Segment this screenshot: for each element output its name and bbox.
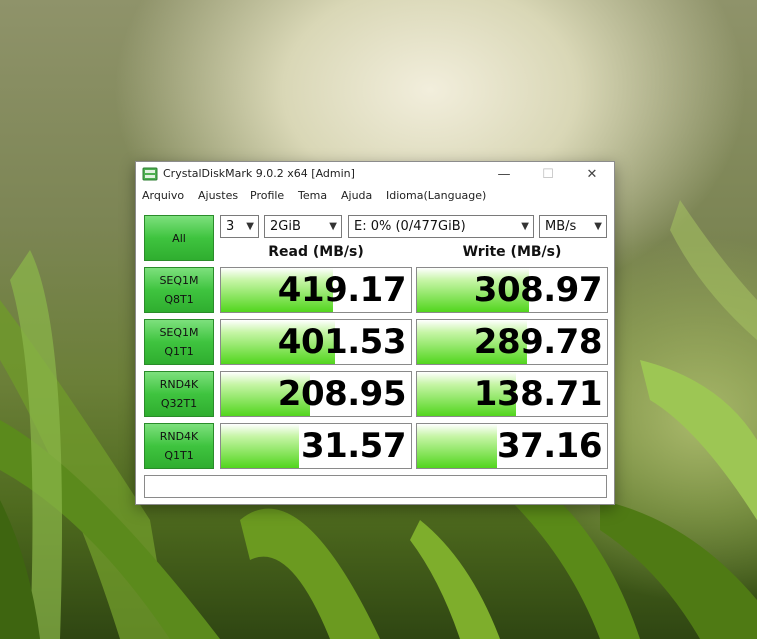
test-label-line1: RND4K xyxy=(159,430,199,443)
drive-select[interactable]: E: 0% (0/477GiB) ▼ xyxy=(348,215,534,238)
crystaldiskmark-window: CrystalDiskMark 9.0.2 x64 [Admin] — ☐ ✕ … xyxy=(135,161,615,505)
test-size-value: 2GiB xyxy=(270,219,301,234)
unit-value: MB/s xyxy=(545,219,577,234)
read-result: 31.57 xyxy=(220,423,412,469)
write-result: 289.78 xyxy=(416,319,608,365)
test-label-line1: SEQ1M xyxy=(159,326,199,339)
close-icon: ✕ xyxy=(586,166,598,182)
menu-arquivo[interactable]: Arquivo xyxy=(142,189,184,202)
test-count-value: 3 xyxy=(226,219,235,234)
test-label-line2: Q8T1 xyxy=(164,293,194,306)
write-result: 138.71 xyxy=(416,371,608,417)
menu-profile[interactable]: Profile xyxy=(250,189,284,202)
test-button-rnd4k-q1t1[interactable]: RND4K Q1T1 xyxy=(144,423,214,469)
test-button-seq1m-q1t1[interactable]: SEQ1M Q1T1 xyxy=(144,319,214,365)
chevron-down-icon: ▼ xyxy=(521,221,529,232)
unit-select[interactable]: MB/s ▼ xyxy=(539,215,607,238)
read-result: 401.53 xyxy=(220,319,412,365)
minimize-button[interactable]: — xyxy=(482,162,526,186)
write-result: 37.16 xyxy=(416,423,608,469)
test-label-line2: Q32T1 xyxy=(160,397,198,410)
menu-ajuda[interactable]: Ajuda xyxy=(341,189,372,202)
write-result: 308.97 xyxy=(416,267,608,313)
test-label-line2: Q1T1 xyxy=(164,345,194,358)
chevron-down-icon: ▼ xyxy=(594,221,602,232)
write-value: 289.78 xyxy=(473,322,603,362)
chevron-down-icon: ▼ xyxy=(329,221,337,232)
menu-bar: Arquivo Ajustes Profile Tema Ajuda Idiom… xyxy=(136,186,614,206)
read-value: 31.57 xyxy=(300,426,407,466)
test-size-select[interactable]: 2GiB ▼ xyxy=(264,215,342,238)
read-result: 208.95 xyxy=(220,371,412,417)
menu-tema[interactable]: Tema xyxy=(298,189,327,202)
read-result: 419.17 xyxy=(220,267,412,313)
read-header: Read (MB/s) xyxy=(268,244,364,260)
test-label-line1: SEQ1M xyxy=(159,274,199,287)
all-button[interactable]: All xyxy=(144,215,214,261)
read-bar xyxy=(221,424,299,468)
drive-value: E: 0% (0/477GiB) xyxy=(354,219,466,234)
read-value: 401.53 xyxy=(277,322,407,362)
write-value: 308.97 xyxy=(473,270,603,310)
title-bar[interactable]: CrystalDiskMark 9.0.2 x64 [Admin] — ☐ ✕ xyxy=(136,162,614,186)
write-value: 37.16 xyxy=(496,426,603,466)
write-bar xyxy=(417,424,497,468)
close-button[interactable]: ✕ xyxy=(570,162,614,186)
read-value: 419.17 xyxy=(277,270,407,310)
maximize-button[interactable]: ☐ xyxy=(526,162,570,186)
app-disk-icon xyxy=(142,167,158,181)
test-label-line2: Q1T1 xyxy=(164,449,194,462)
write-value: 138.71 xyxy=(473,374,603,414)
maximize-icon: ☐ xyxy=(542,166,554,182)
write-header: Write (MB/s) xyxy=(462,244,562,260)
window-title: CrystalDiskMark 9.0.2 x64 [Admin] xyxy=(163,167,355,180)
test-count-select[interactable]: 3 ▼ xyxy=(220,215,259,238)
test-button-rnd4k-q32t1[interactable]: RND4K Q32T1 xyxy=(144,371,214,417)
comment-field[interactable] xyxy=(144,475,607,498)
read-value: 208.95 xyxy=(277,374,407,414)
chevron-down-icon: ▼ xyxy=(246,221,254,232)
minimize-icon: — xyxy=(497,166,511,182)
test-label-line1: RND4K xyxy=(159,378,199,391)
test-button-seq1m-q8t1[interactable]: SEQ1M Q8T1 xyxy=(144,267,214,313)
menu-idioma[interactable]: Idioma(Language) xyxy=(386,189,486,202)
menu-ajustes[interactable]: Ajustes xyxy=(198,189,238,202)
